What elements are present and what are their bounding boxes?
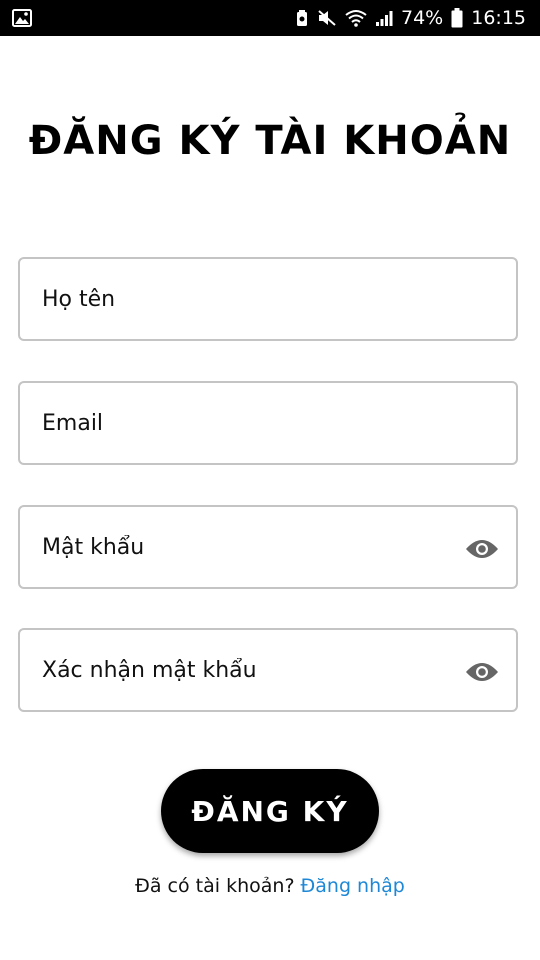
image-icon xyxy=(12,9,32,31)
login-prompt-text: Đã có tài khoản? xyxy=(135,875,295,897)
login-prompt: Đã có tài khoản? Đăng nhập xyxy=(0,875,540,897)
name-input[interactable] xyxy=(42,259,462,339)
password-input[interactable] xyxy=(42,507,462,587)
battery-icon xyxy=(451,8,463,28)
battery-percent: 74% xyxy=(401,7,444,29)
login-link[interactable]: Đăng nhập xyxy=(301,875,405,897)
wifi-icon xyxy=(345,9,367,27)
password-field[interactable] xyxy=(18,505,518,589)
name-field[interactable] xyxy=(18,257,518,341)
status-bar: 74% 16:15 xyxy=(0,0,540,36)
signal-icon xyxy=(375,9,393,27)
show-password-eye-icon[interactable] xyxy=(464,531,500,567)
status-icons: 74% 16:15 xyxy=(295,0,526,36)
recycle-icon xyxy=(295,9,309,27)
confirm-password-input[interactable] xyxy=(42,630,462,710)
email-field[interactable] xyxy=(18,381,518,465)
register-button[interactable]: ĐĂNG KÝ xyxy=(161,769,379,853)
confirm-password-field[interactable] xyxy=(18,628,518,712)
email-input[interactable] xyxy=(42,383,462,463)
page-title: ĐĂNG KÝ TÀI KHOẢN xyxy=(28,118,512,164)
show-confirm-password-eye-icon[interactable] xyxy=(464,654,500,690)
clock: 16:15 xyxy=(471,7,526,29)
mute-icon xyxy=(317,9,337,27)
